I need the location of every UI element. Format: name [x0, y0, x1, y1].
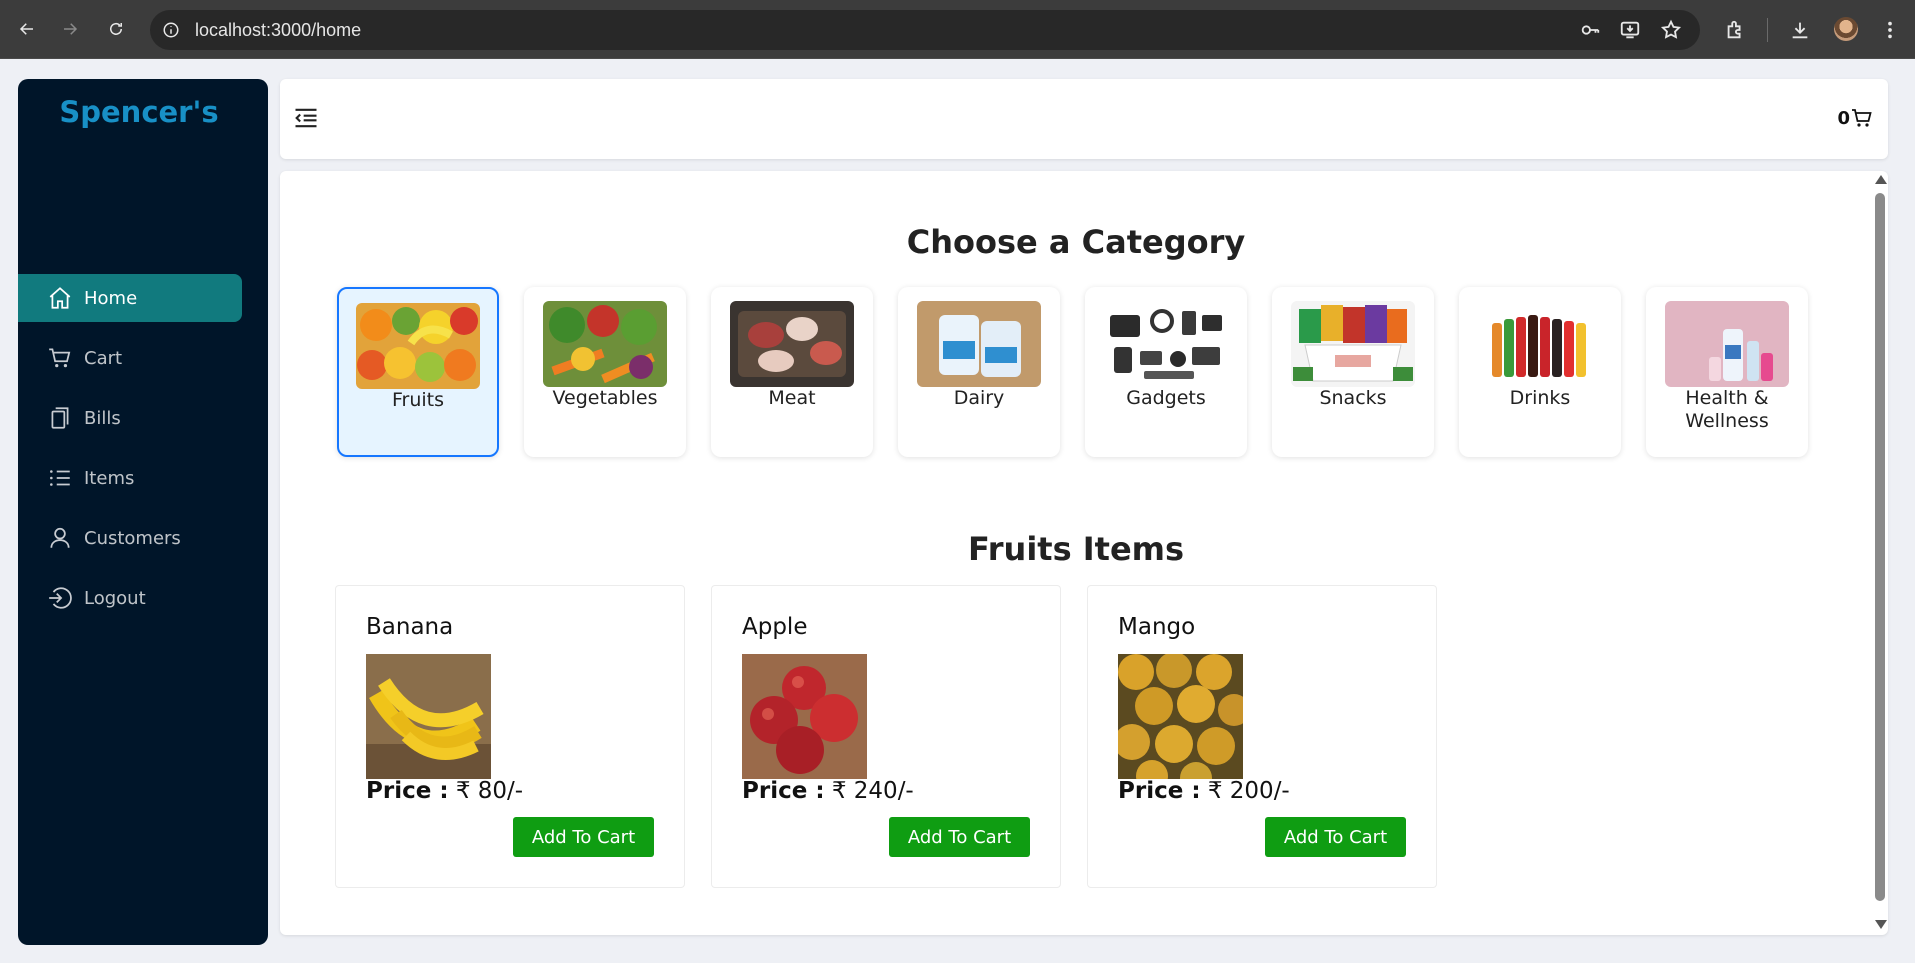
- address-bar[interactable]: localhost:3000/home: [150, 10, 1700, 50]
- item-price: Price : ₹ 240/-: [742, 778, 914, 804]
- vertical-scrollbar[interactable]: [1872, 171, 1888, 935]
- meat-image: [730, 301, 854, 387]
- apple-image: [742, 654, 867, 779]
- sidebar-item-label: Home: [84, 287, 138, 309]
- price-label: Price :: [366, 778, 449, 804]
- items-section-title: Fruits Items: [967, 530, 1185, 568]
- add-to-cart-button[interactable]: Add To Cart: [889, 817, 1030, 857]
- sidebar-item-label: Logout: [84, 587, 146, 609]
- sidebar: Spencer's Home Cart Bills Items Customer…: [18, 79, 268, 945]
- drinks-image: [1478, 301, 1602, 387]
- category-label: Dairy: [953, 387, 1005, 409]
- vegetables-image: [543, 301, 667, 387]
- category-card-vegetables[interactable]: Vegetables: [524, 287, 686, 457]
- category-card-meat[interactable]: Meat: [711, 287, 873, 457]
- category-section-title: Choose a Category: [906, 223, 1246, 261]
- home-icon: [46, 284, 74, 312]
- category-label: Meat: [768, 387, 816, 409]
- add-to-cart-button[interactable]: Add To Cart: [1265, 817, 1406, 857]
- category-label: Snacks: [1319, 387, 1387, 409]
- gadgets-image: [1104, 301, 1228, 387]
- price-value: ₹ 200/-: [1207, 778, 1290, 804]
- logout-icon: [46, 584, 74, 612]
- category-label: Vegetables: [552, 387, 658, 409]
- reload-icon[interactable]: [103, 16, 129, 42]
- toolbar-divider: [1767, 18, 1768, 42]
- cart-count: 0: [1837, 107, 1850, 129]
- category-card-dairy[interactable]: Dairy: [898, 287, 1060, 457]
- brand-logo[interactable]: Spencer's: [18, 95, 260, 129]
- category-card-gadgets[interactable]: Gadgets: [1085, 287, 1247, 457]
- category-label: Gadgets: [1126, 387, 1206, 409]
- more-menu-icon[interactable]: [1878, 18, 1902, 42]
- mango-image: [1118, 654, 1243, 779]
- password-key-icon[interactable]: [1578, 18, 1602, 42]
- category-label: Health & Wellness: [1685, 387, 1769, 432]
- scroll-thumb[interactable]: [1875, 193, 1885, 901]
- item-card-apple: Apple Price : ₹ 240/- Add To Cart: [711, 585, 1061, 888]
- item-name: Apple: [742, 614, 808, 640]
- sidebar-item-logout[interactable]: Logout: [18, 574, 242, 622]
- category-label: Fruits: [391, 389, 445, 411]
- scroll-up-arrow-icon[interactable]: [1875, 175, 1887, 184]
- top-header: 0: [280, 79, 1888, 159]
- sidebar-item-label: Cart: [84, 347, 123, 369]
- sidebar-item-bills[interactable]: Bills: [18, 394, 242, 442]
- sidebar-item-label: Customers: [84, 527, 181, 549]
- health-wellness-image: [1665, 301, 1789, 387]
- sidebar-item-customers[interactable]: Customers: [18, 514, 242, 562]
- profile-avatar[interactable]: [1834, 17, 1858, 41]
- item-name: Banana: [366, 614, 454, 640]
- sidebar-item-cart[interactable]: Cart: [18, 334, 242, 382]
- snacks-image: [1291, 301, 1415, 387]
- header-cart[interactable]: 0: [1837, 106, 1874, 130]
- item-card-mango: Mango Price : ₹ 200/- Add To Cart: [1087, 585, 1437, 888]
- bills-icon: [46, 404, 74, 432]
- item-name: Mango: [1118, 614, 1196, 640]
- add-to-cart-button[interactable]: Add To Cart: [513, 817, 654, 857]
- sidebar-item-label: Bills: [84, 407, 121, 429]
- price-value: ₹ 80/-: [455, 778, 524, 804]
- user-icon: [46, 524, 74, 552]
- scroll-down-arrow-icon[interactable]: [1875, 920, 1887, 929]
- item-price: Price : ₹ 200/-: [1118, 778, 1290, 804]
- category-card-snacks[interactable]: Snacks: [1272, 287, 1434, 457]
- price-label: Price :: [742, 778, 825, 804]
- item-card-banana: Banana Price : ₹ 80/- Add To Cart: [335, 585, 685, 888]
- price-value: ₹ 240/-: [831, 778, 914, 804]
- forward-icon[interactable]: [57, 16, 83, 42]
- category-card-health-wellness[interactable]: Health & Wellness: [1646, 287, 1808, 457]
- banana-image: [366, 654, 491, 779]
- main-content: Choose a Category Fruits Vegetables Meat…: [280, 171, 1888, 935]
- fruits-image: [356, 303, 480, 389]
- install-app-icon[interactable]: [1618, 18, 1642, 42]
- downloads-icon[interactable]: [1788, 18, 1812, 42]
- sidebar-item-home[interactable]: Home: [18, 274, 242, 322]
- category-card-fruits[interactable]: Fruits: [337, 287, 499, 457]
- list-icon: [46, 464, 74, 492]
- price-label: Price :: [1118, 778, 1201, 804]
- extensions-icon[interactable]: [1723, 18, 1747, 42]
- site-info-icon[interactable]: [162, 21, 180, 39]
- sidebar-item-items[interactable]: Items: [18, 454, 242, 502]
- menu-collapse-icon[interactable]: [292, 104, 320, 132]
- bookmark-star-icon[interactable]: [1659, 18, 1683, 42]
- back-icon[interactable]: [14, 16, 40, 42]
- dairy-image: [917, 301, 1041, 387]
- category-label: Drinks: [1509, 387, 1571, 409]
- url-text: localhost:3000/home: [195, 20, 362, 40]
- cart-icon: [1852, 109, 1872, 127]
- cart-icon: [46, 344, 74, 372]
- sidebar-item-label: Items: [84, 467, 135, 489]
- browser-toolbar: localhost:3000/home: [0, 0, 1915, 59]
- category-card-drinks[interactable]: Drinks: [1459, 287, 1621, 457]
- item-price: Price : ₹ 80/-: [366, 778, 523, 804]
